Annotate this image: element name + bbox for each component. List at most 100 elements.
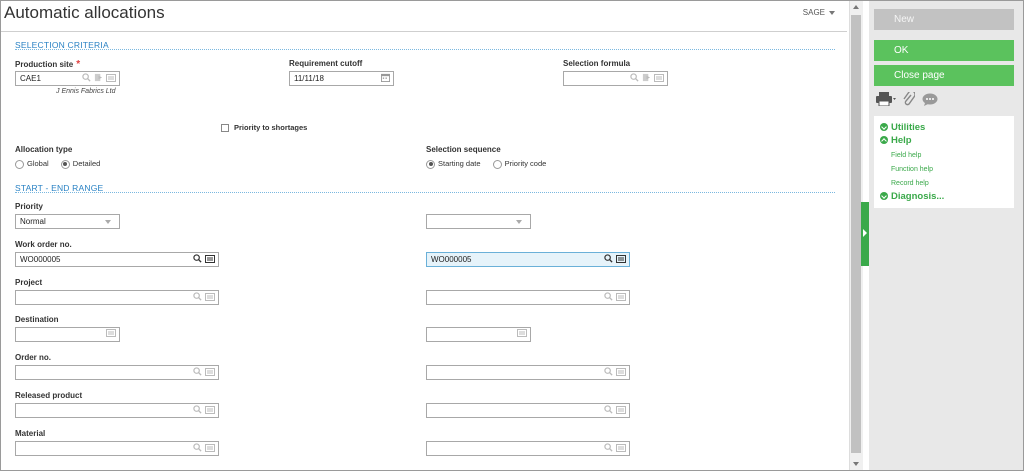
radio-circle[interactable]	[492, 159, 502, 169]
priority-start-value: Normal	[20, 217, 46, 226]
requirement-cutoff-input[interactable]: 11/11/18	[289, 71, 394, 86]
list-icon[interactable]	[205, 443, 215, 452]
list-icon[interactable]	[616, 254, 626, 263]
list-icon[interactable]	[616, 405, 626, 414]
scroll-down-arrow-icon[interactable]	[853, 462, 859, 466]
list-icon[interactable]	[616, 367, 626, 376]
radio-circle-selected[interactable]	[426, 159, 435, 169]
order-no-label: Order no.	[15, 353, 52, 362]
priority-end-select[interactable]	[426, 214, 531, 229]
caret-down-icon	[105, 220, 111, 224]
close-page-button[interactable]: Close page	[874, 65, 1014, 86]
diagnosis-label: Diagnosis...	[891, 191, 945, 202]
list-icon[interactable]	[106, 329, 116, 337]
order-no-start-input[interactable]	[15, 365, 219, 380]
production-site-label: Production site *	[15, 59, 80, 70]
list-icon[interactable]	[205, 367, 215, 376]
search-icon[interactable]	[630, 73, 639, 82]
order-no-end-input[interactable]	[426, 365, 630, 380]
comment-icon[interactable]	[922, 93, 938, 106]
paperclip-icon[interactable]	[903, 92, 915, 106]
released-product-label: Released product	[15, 391, 83, 400]
production-site-description: J Ennis Fabrics Ltd	[56, 88, 116, 95]
link-icon[interactable]	[94, 73, 103, 82]
link-icon[interactable]	[642, 73, 651, 82]
selection-formula-input[interactable]	[563, 71, 668, 86]
radio-priority-code[interactable]: Priority code	[492, 159, 547, 169]
company-selector[interactable]: SAGE	[803, 8, 835, 17]
search-icon[interactable]	[193, 292, 202, 301]
required-asterisk: *	[76, 59, 81, 70]
list-icon[interactable]	[654, 73, 664, 82]
search-icon[interactable]	[604, 292, 613, 301]
released-product-end-input[interactable]	[426, 403, 630, 418]
production-site-input[interactable]: CAE1	[15, 71, 120, 86]
destination-label: Destination	[15, 315, 59, 324]
requirement-cutoff-label: Requirement cutoff	[289, 59, 363, 68]
list-icon[interactable]	[517, 329, 527, 337]
function-help-link[interactable]: Function help	[891, 166, 933, 173]
calendar-icon[interactable]	[381, 73, 390, 82]
section-divider	[15, 49, 835, 50]
radio-circle[interactable]	[15, 159, 24, 169]
search-icon[interactable]	[604, 254, 613, 263]
utilities-label: Utilities	[891, 122, 926, 133]
record-help-link[interactable]: Record help	[891, 180, 929, 187]
released-product-start-input[interactable]	[15, 403, 219, 418]
radio-global[interactable]: Global	[15, 159, 49, 169]
list-icon[interactable]	[205, 292, 215, 301]
chevron-down-icon	[880, 192, 888, 201]
radio-starting-date[interactable]: Starting date	[426, 159, 481, 169]
priority-to-shortages-checkbox[interactable]: Priority to shortages	[221, 123, 308, 133]
new-button[interactable]: New	[874, 9, 1014, 30]
list-icon[interactable]	[616, 292, 626, 301]
utilities-header[interactable]: Utilities	[880, 122, 925, 133]
work-order-start-input[interactable]: WO000005	[15, 252, 219, 267]
list-icon[interactable]	[205, 254, 215, 263]
project-start-input[interactable]	[15, 290, 219, 305]
search-icon[interactable]	[193, 405, 202, 414]
destination-end-input[interactable]	[426, 327, 531, 342]
search-icon[interactable]	[604, 405, 613, 414]
list-icon[interactable]	[205, 405, 215, 414]
material-start-input[interactable]	[15, 441, 219, 456]
project-end-input[interactable]	[426, 290, 630, 305]
diagnosis-header[interactable]: Diagnosis...	[880, 191, 944, 202]
radio-circle-selected[interactable]	[60, 159, 70, 169]
list-icon[interactable]	[616, 443, 626, 452]
priority-start-select[interactable]: Normal	[15, 214, 120, 229]
search-icon[interactable]	[193, 254, 202, 263]
field-help-link[interactable]: Field help	[891, 152, 921, 159]
material-end-input[interactable]	[426, 441, 630, 456]
priority-to-shortages-label: Priority to shortages	[234, 123, 308, 132]
search-icon[interactable]	[193, 367, 202, 376]
selection-sequence-radio-group: Starting date Priority code	[426, 159, 556, 169]
allocation-type-radio-group: Global Detailed	[15, 159, 110, 169]
checkbox-box[interactable]	[221, 124, 229, 133]
allocation-type-label: Allocation type	[15, 145, 73, 154]
ok-button[interactable]: OK	[874, 40, 1014, 61]
radio-priority-code-label: Priority code	[504, 159, 547, 168]
production-site-value: CAE1	[20, 74, 41, 83]
list-icon[interactable]	[106, 73, 116, 82]
scroll-up-arrow-icon[interactable]	[853, 5, 859, 9]
search-icon[interactable]	[604, 443, 613, 452]
selection-sequence-label: Selection sequence	[426, 145, 501, 154]
links-panel: Utilities Help Field help Function help …	[874, 116, 1014, 208]
collapse-panel-handle[interactable]	[861, 202, 869, 266]
destination-start-input[interactable]	[15, 327, 120, 342]
radio-detailed[interactable]: Detailed	[60, 159, 100, 169]
scrollbar-thumb[interactable]	[851, 15, 861, 453]
search-icon[interactable]	[604, 367, 613, 376]
help-header[interactable]: Help	[880, 135, 912, 146]
help-label: Help	[891, 135, 912, 146]
print-icon[interactable]	[876, 92, 896, 106]
section-divider	[15, 192, 835, 193]
tool-icons	[876, 92, 938, 106]
work-order-start-value: WO000005	[20, 255, 61, 264]
work-order-end-input[interactable]: WO000005	[426, 252, 630, 267]
chevron-down-icon	[880, 123, 888, 132]
search-icon[interactable]	[82, 73, 91, 82]
header-divider	[1, 31, 847, 32]
search-icon[interactable]	[193, 443, 202, 452]
